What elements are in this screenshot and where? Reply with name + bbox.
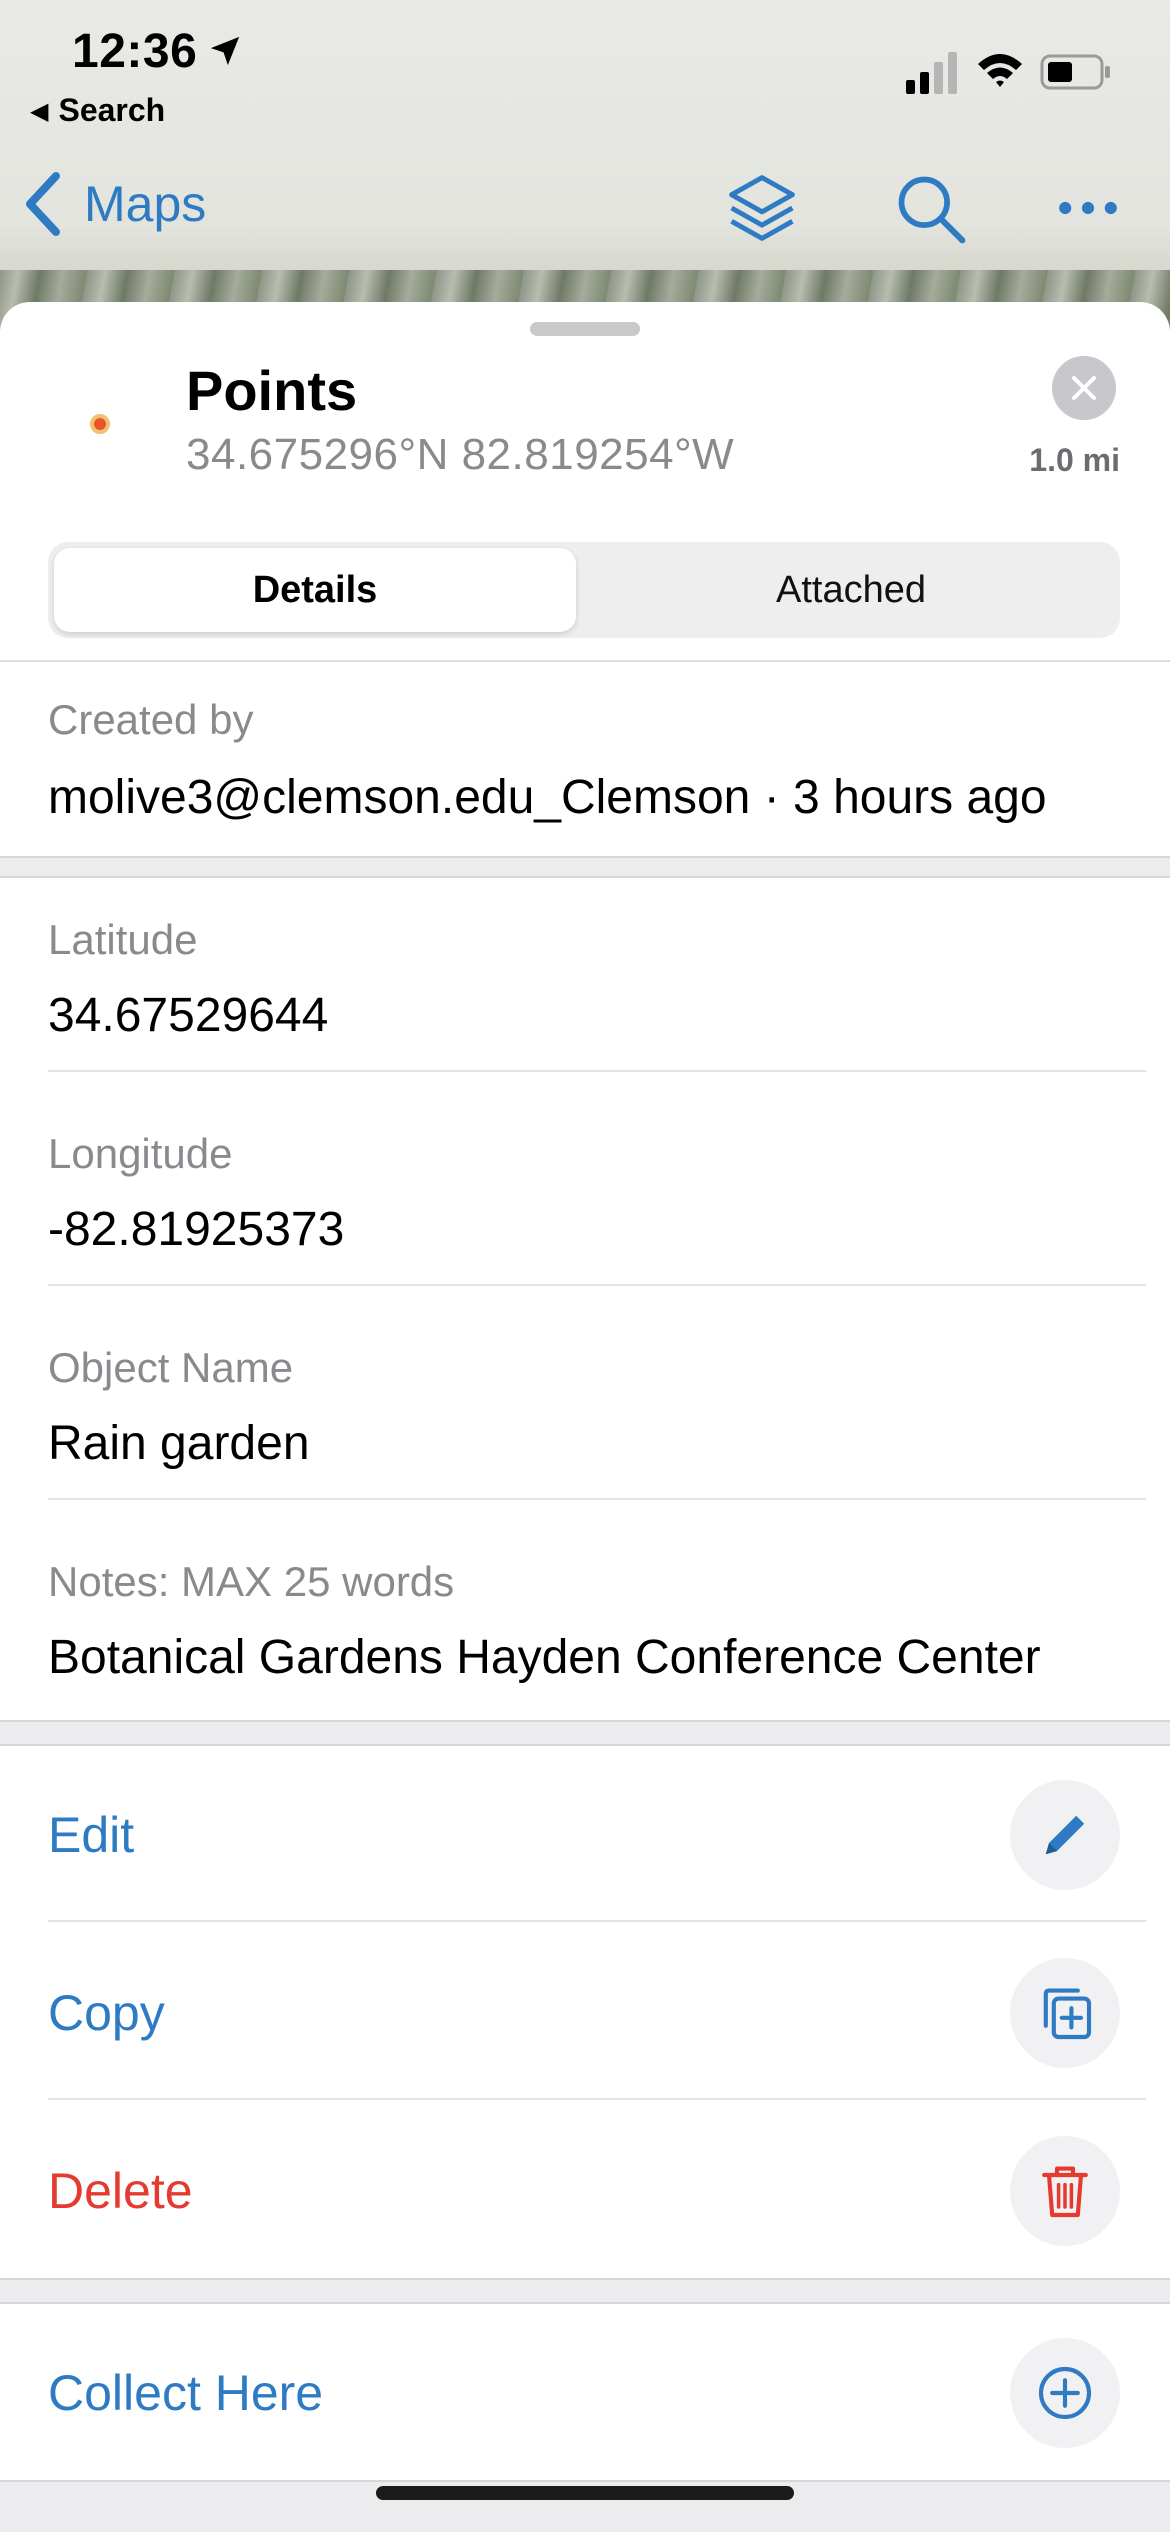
edit-action-button[interactable] (1010, 1780, 1120, 1890)
close-button[interactable] (1052, 356, 1116, 420)
tab-details[interactable]: Details (54, 548, 576, 632)
section-separator (0, 1720, 1170, 1746)
chevron-left-icon (26, 172, 60, 236)
notes-value: Botanical Gardens Hayden Conference Cent… (48, 1631, 1041, 1684)
divider (0, 660, 1170, 662)
edit-button[interactable]: Edit (48, 1806, 134, 1864)
object-name-label: Object Name (48, 1344, 294, 1391)
row-divider (48, 1070, 1146, 1072)
layers-icon[interactable] (724, 170, 800, 246)
delete-action-button[interactable] (1010, 2136, 1120, 2246)
collect-here-button[interactable]: Collect Here (48, 2364, 323, 2422)
copy-action-button[interactable] (1010, 1958, 1120, 2068)
collect-action-button[interactable] (1010, 2338, 1120, 2448)
tab-attached[interactable]: Attached (588, 548, 1114, 632)
sheet-grabber[interactable] (530, 322, 640, 336)
created-by-label: Created by (48, 696, 254, 743)
delete-button[interactable]: Delete (48, 2162, 193, 2220)
feature-coordinates: 34.675296°N 82.819254°W (186, 430, 735, 479)
latitude-value: 34.67529644 (48, 989, 329, 1042)
cellular-signal-icon (906, 52, 957, 94)
notes-label: Notes: MAX 25 words (48, 1558, 455, 1605)
wifi-icon (978, 54, 1022, 87)
maps-back-button[interactable]: Maps (24, 172, 206, 236)
details-attached-segmented-control: Details Attached (48, 542, 1120, 638)
row-divider (48, 2098, 1146, 2100)
section-separator (0, 2278, 1170, 2304)
copy-add-icon (1043, 1988, 1092, 2040)
back-triangle-icon: ◀ (30, 98, 49, 125)
longitude-label: Longitude (48, 1130, 233, 1177)
status-time: 12:36 (72, 25, 198, 78)
row-divider (48, 1284, 1146, 1286)
battery-icon (1040, 54, 1110, 90)
search-icon[interactable] (892, 170, 968, 246)
pencil-icon (1045, 1815, 1085, 1855)
home-indicator[interactable] (376, 2486, 794, 2500)
location-arrow-icon (210, 36, 240, 66)
section-separator (0, 856, 1170, 878)
more-icon[interactable] (1050, 170, 1126, 246)
copy-button[interactable]: Copy (48, 1984, 165, 2042)
point-marker-icon (90, 414, 110, 434)
plus-circle-icon (1038, 2366, 1092, 2420)
close-icon (1072, 376, 1096, 400)
trash-icon (1042, 2166, 1088, 2218)
longitude-value: -82.81925373 (48, 1203, 345, 1256)
created-by-value: molive3@clemson.edu_Clemson · 3 hours ag… (48, 771, 1047, 824)
status-back-to-search[interactable]: ◀ Search (30, 92, 165, 129)
row-divider (48, 1498, 1146, 1500)
row-divider (48, 1920, 1146, 1922)
maps-back-label: Maps (84, 176, 207, 232)
feature-title: Points (186, 359, 358, 422)
feature-details-sheet: Points 34.675296°N 82.819254°W 1.0 mi De… (0, 302, 1170, 2532)
status-back-label: Search (58, 92, 166, 128)
object-name-value: Rain garden (48, 1417, 310, 1470)
distance-label: 1.0 mi (1029, 442, 1120, 478)
latitude-label: Latitude (48, 916, 198, 963)
